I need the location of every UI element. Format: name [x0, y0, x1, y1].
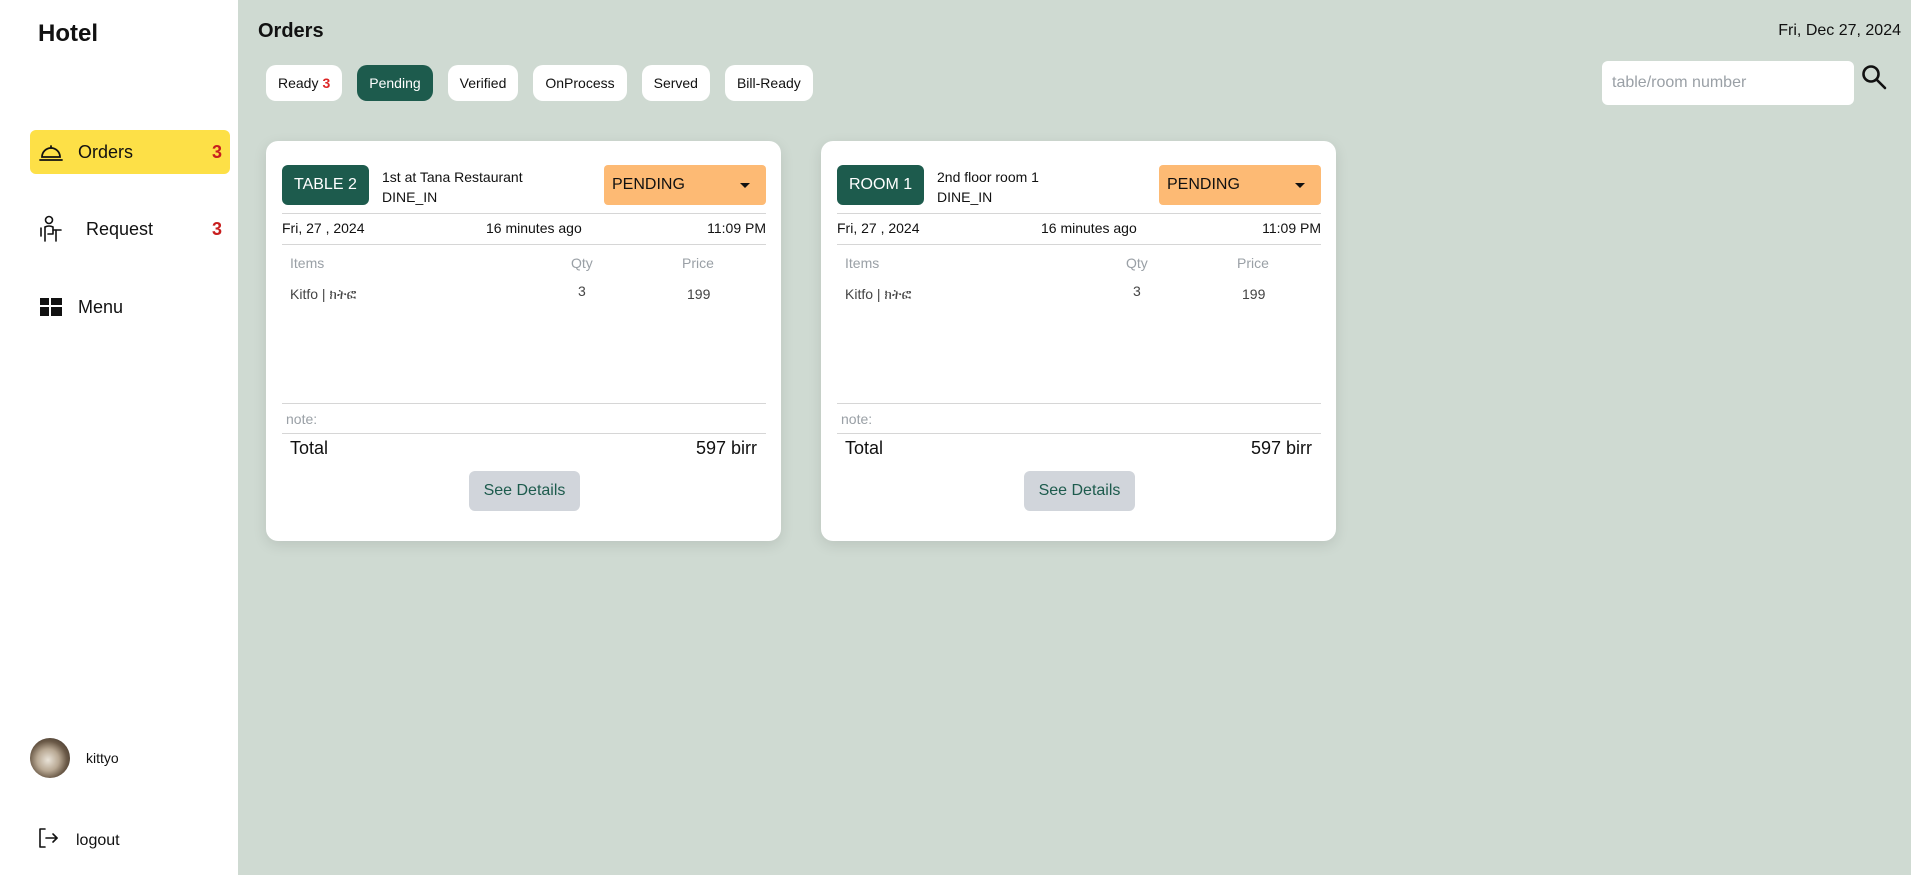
item-qty: 3 — [578, 283, 586, 299]
tab-onprocess[interactable]: OnProcess — [533, 65, 627, 101]
tab-label: Pending — [369, 75, 421, 91]
column-header-items: Items — [290, 255, 325, 271]
order-date: Fri, 27 , 2024 — [282, 220, 365, 236]
column-header-qty: Qty — [1126, 255, 1148, 271]
order-card: ROOM 1 2nd floor room 1 DINE_IN PENDING … — [821, 141, 1336, 541]
order-location-info: 1st at Tana Restaurant DINE_IN — [382, 167, 523, 207]
item-price: 199 — [1242, 286, 1266, 302]
order-location: 2nd floor room 1 — [937, 169, 1039, 185]
tab-ready[interactable]: Ready 3 — [266, 65, 343, 101]
tab-label: Bill-Ready — [736, 75, 801, 91]
ready-count-badge: 3 — [322, 75, 331, 91]
sidebar-item-request[interactable]: Request 3 — [30, 207, 230, 251]
tab-label: Verified — [459, 75, 507, 91]
status-value: PENDING — [612, 176, 685, 193]
logout-button[interactable]: logout — [36, 826, 120, 855]
avatar — [30, 738, 70, 778]
caret-down-icon — [1295, 183, 1305, 188]
order-elapsed: 16 minutes ago — [486, 220, 582, 236]
order-service-type: DINE_IN — [382, 189, 438, 205]
item-price: 199 — [687, 286, 711, 302]
caret-down-icon — [740, 183, 750, 188]
order-time: 11:09 PM — [1262, 220, 1321, 236]
order-card: TABLE 2 1st at Tana Restaurant DINE_IN P… — [266, 141, 781, 541]
total-value: 597 birr — [695, 438, 757, 458]
tab-label: OnProcess — [545, 75, 615, 91]
tab-pending[interactable]: Pending — [357, 65, 433, 101]
status-filter-tabs: Ready 3 Pending Verified OnProcess Serve… — [266, 65, 828, 101]
order-date: Fri, 27 , 2024 — [837, 220, 920, 236]
total-value: 597 birr — [1250, 438, 1312, 458]
item-name: Kitfo | ክትፎ — [845, 286, 912, 302]
total-label: Total — [845, 438, 884, 458]
order-service-type: DINE_IN — [937, 189, 993, 205]
divider — [837, 433, 1321, 434]
status-dropdown[interactable]: PENDING — [604, 165, 766, 205]
total-label: Total — [290, 438, 329, 458]
sidebar-item-orders[interactable]: Orders 3 — [30, 130, 230, 174]
tab-label: Served — [653, 75, 698, 91]
divider — [282, 433, 766, 434]
divider — [282, 213, 766, 214]
tab-bill-ready[interactable]: Bill-Ready — [724, 65, 813, 101]
item-name: Kitfo | ክትፎ — [290, 286, 357, 302]
user-profile[interactable]: kittyo — [30, 738, 119, 778]
column-header-qty: Qty — [571, 255, 593, 271]
order-time: 11:09 PM — [707, 220, 766, 236]
column-header-price: Price — [682, 255, 714, 271]
waiter-icon — [36, 214, 66, 244]
logout-icon — [36, 826, 60, 855]
divider — [282, 244, 766, 245]
item-qty: 3 — [1133, 283, 1141, 299]
tab-served[interactable]: Served — [641, 65, 710, 101]
dashboard-grid-icon — [36, 292, 66, 322]
orders-count-badge: 3 — [211, 141, 222, 162]
sidebar-item-label: Menu — [78, 296, 124, 317]
logout-label: logout — [76, 831, 120, 849]
see-details-button[interactable]: See Details — [1024, 471, 1135, 511]
tab-verified[interactable]: Verified — [447, 65, 519, 101]
search-icon[interactable] — [1860, 63, 1888, 91]
sidebar-item-menu[interactable]: Menu — [30, 285, 230, 329]
app-brand: Hotel — [38, 20, 98, 47]
request-count-badge: 3 — [211, 218, 222, 239]
sidebar-item-label: Request — [86, 218, 154, 239]
status-value: PENDING — [1167, 176, 1240, 193]
user-name: kittyo — [86, 750, 119, 766]
divider — [837, 213, 1321, 214]
order-location-info: 2nd floor room 1 DINE_IN — [937, 167, 1039, 207]
column-header-items: Items — [845, 255, 880, 271]
sidebar: Hotel Orders 3 Request 3 Menu kittyo log… — [0, 0, 238, 875]
search-input[interactable] — [1602, 61, 1854, 105]
table-label-chip: TABLE 2 — [282, 165, 369, 205]
column-header-price: Price — [1237, 255, 1269, 271]
note-label: note: — [286, 411, 318, 427]
sidebar-item-label: Orders — [78, 141, 134, 162]
page-title: Orders — [258, 20, 324, 42]
see-details-button[interactable]: See Details — [469, 471, 580, 511]
room-label-chip: ROOM 1 — [837, 165, 925, 205]
status-dropdown[interactable]: PENDING — [1159, 165, 1321, 205]
note-label: note: — [841, 411, 873, 427]
order-location: 1st at Tana Restaurant — [382, 169, 523, 185]
service-bell-icon — [36, 137, 66, 167]
current-date: Fri, Dec 27, 2024 — [1778, 22, 1901, 39]
tab-label: Ready — [278, 75, 319, 91]
divider — [837, 244, 1321, 245]
divider — [837, 403, 1321, 404]
divider — [282, 403, 766, 404]
order-elapsed: 16 minutes ago — [1041, 220, 1137, 236]
